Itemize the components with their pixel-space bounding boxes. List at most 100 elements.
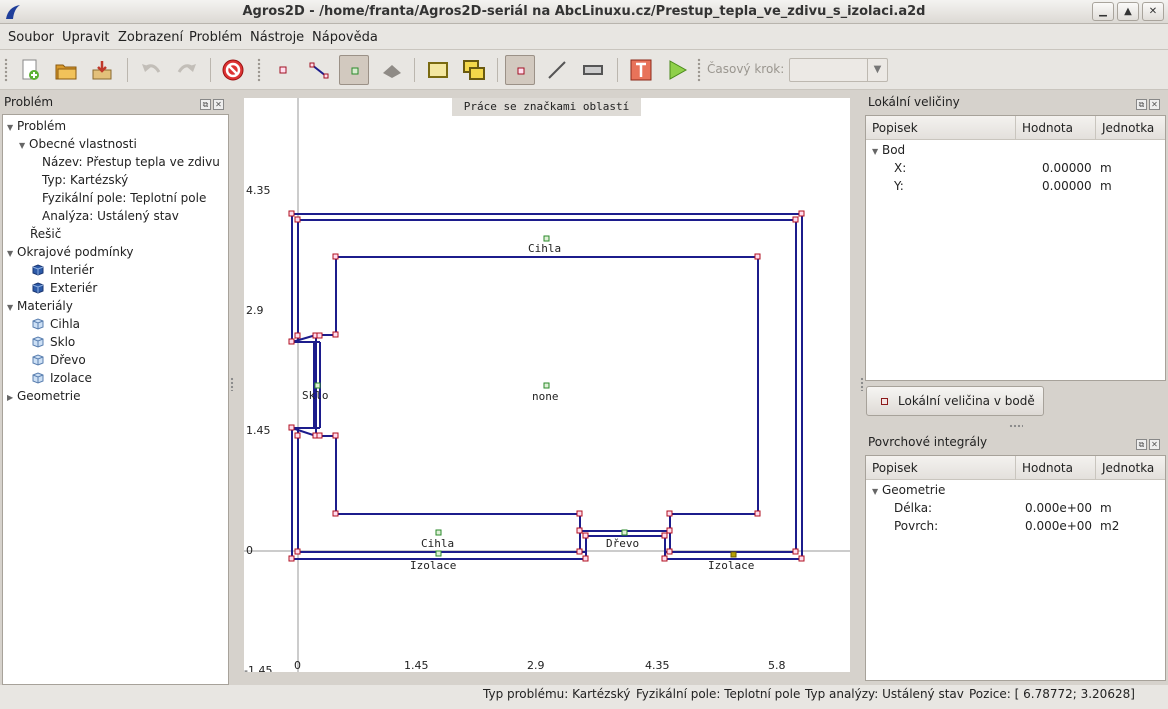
menu-upravit[interactable]: Upravit bbox=[62, 30, 109, 45]
area-label-cihla-upper[interactable]: Cihla bbox=[528, 242, 561, 255]
tree-item-type[interactable]: Typ: Kartézský bbox=[42, 171, 128, 189]
maximize-button[interactable]: ▲ bbox=[1117, 2, 1139, 21]
column-header-popisek[interactable]: Popisek bbox=[866, 456, 1016, 480]
save-button[interactable] bbox=[87, 55, 117, 85]
float-dock-icon[interactable]: ⧉ bbox=[1136, 99, 1147, 110]
local-values-group[interactable]: ▼ Bod bbox=[872, 141, 905, 159]
tree-item-geometry[interactable]: ▶ Geometrie bbox=[7, 387, 80, 405]
toolbar-grip[interactable] bbox=[257, 58, 261, 82]
postprocessor-mode-icon bbox=[383, 65, 401, 78]
point-tool-button[interactable] bbox=[505, 55, 535, 85]
menu-zobrazeni[interactable]: Zobrazení bbox=[118, 30, 183, 45]
close-dock-icon[interactable]: ✕ bbox=[213, 99, 224, 110]
column-header-jednotka[interactable]: Jednotka bbox=[1096, 456, 1167, 480]
toolbar-grip[interactable] bbox=[697, 58, 701, 82]
surface-tool-button[interactable] bbox=[578, 55, 608, 85]
redo-icon bbox=[177, 64, 196, 73]
expand-arrow-icon[interactable]: ▼ bbox=[7, 119, 17, 137]
tree-item-exterior[interactable]: Exteriér bbox=[32, 279, 97, 297]
column-header-jednotka[interactable]: Jednotka bbox=[1096, 116, 1167, 140]
text-tool-icon bbox=[630, 59, 652, 81]
area-label-drevo[interactable]: Dřevo bbox=[606, 537, 639, 550]
local-values-table[interactable]: Popisek Hodnota Jednotka ▼ Bod X: 0.0000… bbox=[865, 115, 1166, 381]
area-label-none[interactable]: none bbox=[532, 390, 559, 403]
tree-item-interior[interactable]: Interiér bbox=[32, 261, 94, 279]
toolbar-separator bbox=[127, 58, 128, 82]
local-row-x-unit: m bbox=[1100, 161, 1112, 175]
problem-tree[interactable]: ▼ Problém ▼ Obecné vlastnosti Název: Přest… bbox=[2, 114, 229, 685]
line-tool-icon bbox=[548, 61, 566, 79]
surface-integrals-group[interactable]: ▼ Geometrie bbox=[872, 481, 945, 499]
undo-button[interactable] bbox=[136, 55, 166, 85]
tree-item-izolace[interactable]: Izolace bbox=[32, 369, 92, 387]
postprocessor-mode-button[interactable] bbox=[377, 55, 407, 85]
expand-arrow-icon[interactable]: ▼ bbox=[7, 299, 17, 317]
node-mode-button[interactable] bbox=[268, 55, 298, 85]
geometry-canvas[interactable]: Práce se značkami oblastí 4.35 2.9 1.45 … bbox=[244, 98, 850, 672]
toolbar-separator bbox=[414, 58, 415, 82]
y-tick-label: 0 bbox=[246, 544, 253, 557]
integral-row-length-unit: m bbox=[1100, 501, 1112, 515]
tree-item-analysis[interactable]: Analýza: Ustálený stav bbox=[42, 207, 179, 225]
tree-item-name[interactable]: Název: Přestup tepla ve zdivu bbox=[42, 153, 220, 171]
column-header-hodnota[interactable]: Hodnota bbox=[1016, 456, 1096, 480]
tree-item-materials[interactable]: ▼ Materiály bbox=[7, 297, 73, 315]
tree-item-drevo[interactable]: Dřevo bbox=[32, 351, 86, 369]
minimize-button[interactable]: ▁ bbox=[1092, 2, 1114, 21]
close-button[interactable]: ✕ bbox=[1142, 2, 1164, 21]
chevron-down-icon[interactable]: ▼ bbox=[867, 59, 887, 81]
area-label-izolace-right[interactable]: Izolace bbox=[708, 559, 754, 572]
tree-item-general-properties[interactable]: ▼ Obecné vlastnosti bbox=[19, 135, 137, 153]
tree-item-cihla[interactable]: Cihla bbox=[32, 315, 80, 333]
solve-button[interactable] bbox=[662, 55, 692, 85]
solve-icon bbox=[669, 60, 688, 80]
expand-arrow-icon[interactable]: ▼ bbox=[7, 245, 17, 263]
line-tool-button[interactable] bbox=[542, 55, 572, 85]
multi-rectangle-button[interactable] bbox=[459, 55, 489, 85]
right-splitter-handle[interactable] bbox=[860, 377, 864, 391]
toolbar-grip[interactable] bbox=[4, 58, 8, 82]
local-row-x-name: X: bbox=[894, 161, 907, 175]
local-value-at-point-button[interactable]: Lokální veličina v bodě bbox=[866, 386, 1044, 416]
expand-arrow-icon[interactable]: ▼ bbox=[19, 137, 29, 155]
menu-napoveda[interactable]: Nápověda bbox=[312, 30, 378, 45]
float-dock-icon[interactable]: ⧉ bbox=[1136, 439, 1147, 450]
edge-mode-button[interactable] bbox=[304, 55, 334, 85]
left-splitter-handle[interactable] bbox=[230, 377, 234, 391]
close-dock-icon[interactable]: ✕ bbox=[1149, 439, 1160, 450]
tree-item-boundary-conditions[interactable]: ▼ Okrajové podmínky bbox=[7, 243, 133, 261]
float-dock-icon[interactable]: ⧉ bbox=[200, 99, 211, 110]
integral-row-length-value: 0.000e+00 bbox=[1025, 501, 1093, 515]
menu-soubor[interactable]: Soubor bbox=[8, 30, 54, 45]
stop-button[interactable] bbox=[218, 55, 248, 85]
local-row-y-unit: m bbox=[1100, 179, 1112, 193]
tree-item-physical-field[interactable]: Fyzikální pole: Teplotní pole bbox=[42, 189, 206, 207]
column-header-popisek[interactable]: Popisek bbox=[866, 116, 1016, 140]
menu-problem[interactable]: Problém bbox=[189, 30, 242, 45]
area-label-izolace-left[interactable]: Izolace bbox=[410, 559, 456, 572]
tree-item-solver[interactable]: Řešič bbox=[30, 225, 61, 243]
column-header-hodnota[interactable]: Hodnota bbox=[1016, 116, 1096, 140]
timestep-select[interactable]: ▼ bbox=[789, 58, 888, 82]
toolbar bbox=[0, 50, 1168, 90]
rectangle-select-button[interactable] bbox=[423, 55, 453, 85]
rectangle-select-icon bbox=[428, 62, 448, 78]
open-button[interactable] bbox=[51, 55, 81, 85]
surface-integrals-table[interactable]: Popisek Hodnota Jednotka ▼ Geometrie Dél… bbox=[865, 455, 1166, 681]
new-button[interactable] bbox=[15, 55, 45, 85]
area-label-cihla-lower[interactable]: Cihla bbox=[421, 537, 454, 550]
redo-button[interactable] bbox=[172, 55, 202, 85]
tree-item-sklo[interactable]: Sklo bbox=[32, 333, 75, 351]
collapsed-arrow-icon[interactable]: ▶ bbox=[7, 389, 17, 407]
close-dock-icon[interactable]: ✕ bbox=[1149, 99, 1160, 110]
tree-item-problem[interactable]: ▼ Problém bbox=[7, 117, 66, 135]
material-cube-icon bbox=[32, 372, 44, 384]
dock-splitter-handle[interactable] bbox=[1009, 424, 1023, 428]
label-mode-button[interactable] bbox=[339, 55, 369, 85]
x-tick-label: 0 bbox=[294, 659, 301, 672]
geometry-drawing[interactable] bbox=[244, 98, 850, 672]
menu-nastroje[interactable]: Nástroje bbox=[250, 30, 304, 45]
text-tool-button[interactable] bbox=[626, 55, 656, 85]
material-cube-icon bbox=[32, 354, 44, 366]
area-label-sklo[interactable]: Sklo bbox=[302, 389, 329, 402]
